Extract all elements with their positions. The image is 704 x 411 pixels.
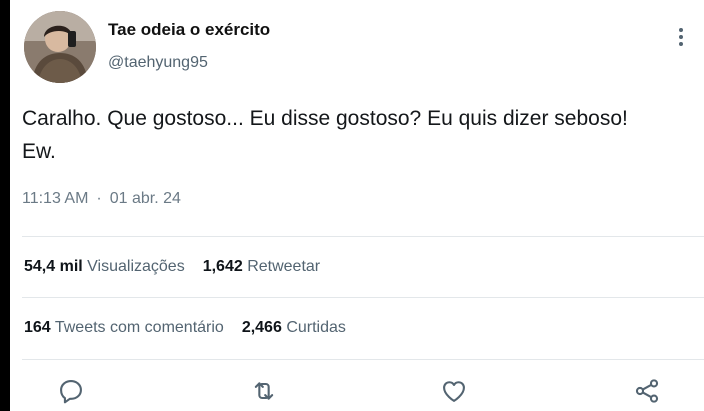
divider [22,359,704,360]
action-bar [10,377,704,409]
retweet-icon [254,382,274,400]
quotes-count: 164 [24,319,51,336]
likes-stat[interactable]: 2,466 Curtidas [242,319,346,336]
likes-label: Curtidas [286,319,346,336]
separator-dot: · [96,190,102,207]
retweets-stat[interactable]: 1,642 Retweetar [203,258,320,275]
display-name[interactable]: Tae odeia o exército [108,20,270,40]
tweet-card: Tae odeia o exército @taehyung95 Caralho… [10,0,704,411]
heart-icon [443,381,465,402]
likes-count: 2,466 [241,319,282,336]
avatar[interactable] [24,11,96,83]
reply-button[interactable] [57,377,87,407]
quotes-label: Tweets com comentário [54,319,224,336]
tweet-date: 01 abr. 24 [109,190,181,207]
divider [22,297,704,298]
views-stat[interactable]: 54,4 mil Visualizações [24,258,185,275]
retweets-count: 1,642 [202,258,243,275]
tweet-time: 11:13 AM [22,190,89,207]
views-count: 54,4 mil [24,258,83,275]
user-handle[interactable]: @taehyung95 [108,54,208,72]
tweet-timestamp[interactable]: 11:13 AM · 01 abr. 24 [22,190,181,208]
share-icon [635,379,659,403]
retweets-label: Retweetar [247,258,321,275]
reply-icon [60,380,82,404]
stats-row-quotes-likes: 164 Tweets com comentário 2,466 Curtidas [24,319,364,337]
more-vertical-icon[interactable] [674,26,688,50]
left-edge-strip [0,0,10,411]
share-button[interactable] [633,377,663,407]
stats-row-views-retweets: 54,4 mil Visualizações 1,642 Retweetar [24,258,338,276]
views-label: Visualizações [87,258,185,275]
tweet-text: Caralho. Que gostoso... Eu disse gostoso… [22,107,628,163]
retweet-button[interactable] [250,377,280,407]
quotes-stat[interactable]: 164 Tweets com comentário [24,319,224,336]
like-button[interactable] [440,377,470,407]
divider [22,236,704,237]
